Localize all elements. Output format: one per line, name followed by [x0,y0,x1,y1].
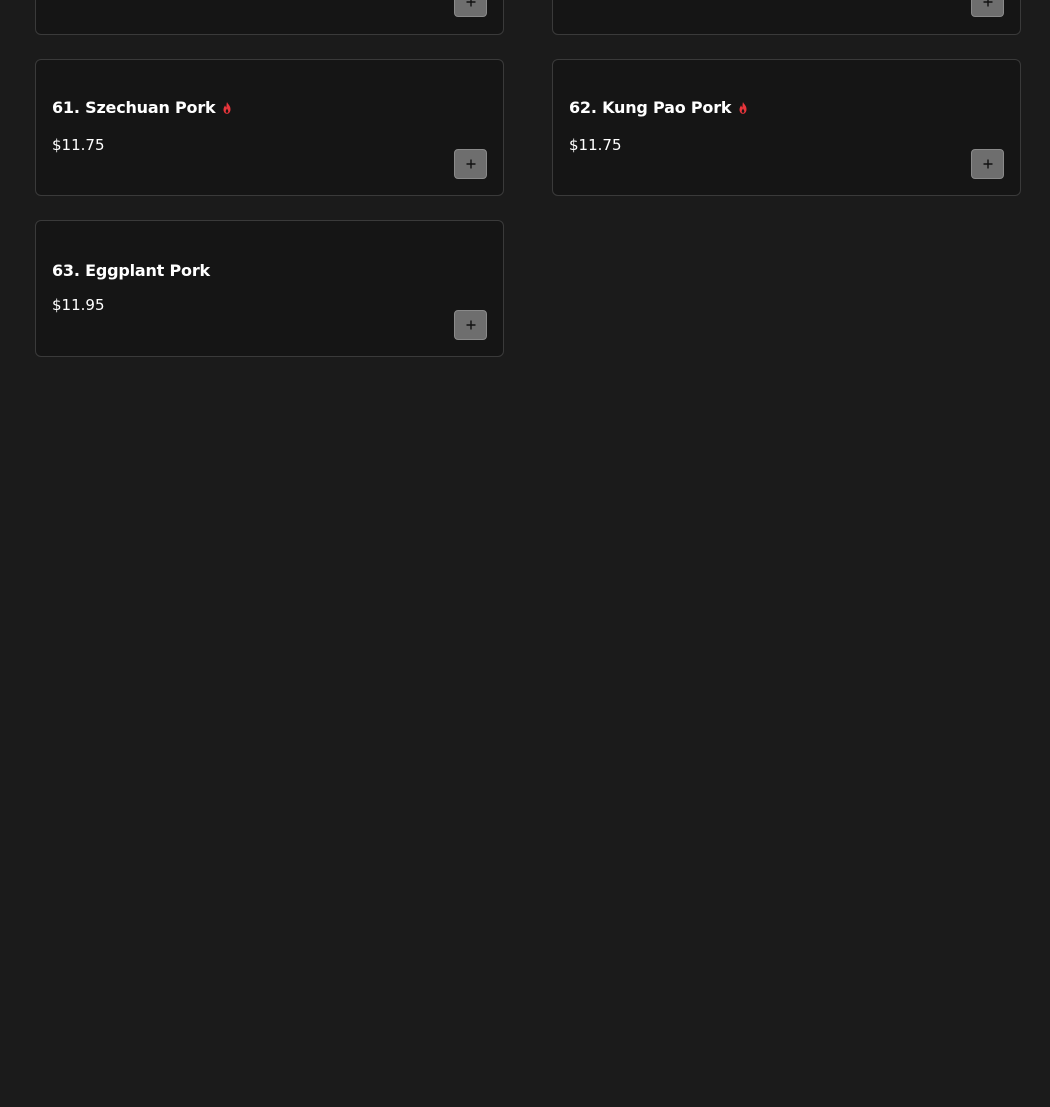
add-to-cart-button[interactable] [454,310,487,340]
menu-item-card-partial[interactable] [552,0,1021,35]
plus-icon [466,159,475,169]
menu-item-card[interactable]: 63. Eggplant Pork $11.95 [35,220,504,357]
menu-item-title: 63. Eggplant Pork [52,261,210,280]
menu-item-name: 61. Szechuan Pork [52,98,234,117]
menu-item-title: 61. Szechuan Pork [52,98,216,117]
plus-icon [466,320,475,330]
plus-icon [466,0,475,7]
plus-icon [983,159,992,169]
menu-item-grid: 61. Szechuan Pork $11.75 62. Kung Pao Po… [0,0,1050,1107]
add-to-cart-button[interactable] [454,149,487,179]
menu-item-name: 62. Kung Pao Pork [569,98,750,117]
add-to-cart-button[interactable] [971,0,1004,17]
add-to-cart-button[interactable] [454,0,487,17]
menu-item-title: 62. Kung Pao Pork [569,98,732,117]
add-to-cart-button[interactable] [971,149,1004,179]
spicy-flame-icon [739,101,747,114]
menu-item-price: $11.75 [52,136,105,154]
plus-icon [983,0,992,7]
menu-item-price: $11.95 [52,296,105,314]
spicy-flame-icon [223,101,231,114]
menu-item-name: 63. Eggplant Pork [52,261,210,280]
menu-item-card[interactable]: 61. Szechuan Pork $11.75 [35,59,504,196]
menu-item-card[interactable]: 62. Kung Pao Pork $11.75 [552,59,1021,196]
menu-item-card-partial[interactable] [35,0,504,35]
menu-item-price: $11.75 [569,136,622,154]
